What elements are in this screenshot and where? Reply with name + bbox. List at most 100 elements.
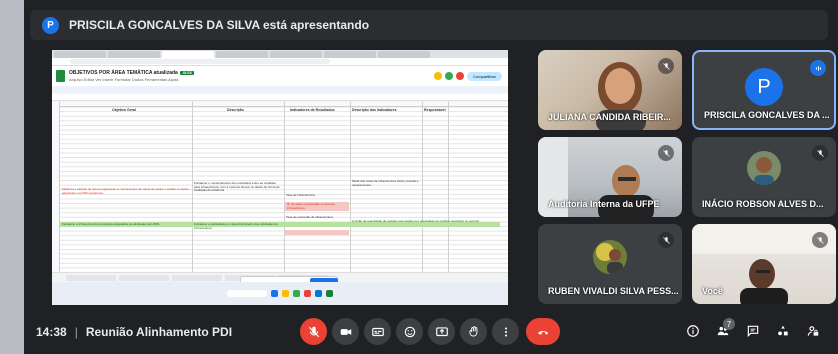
cell: N° de ações executadas na área de infrae…	[287, 202, 335, 210]
raise-hand-button[interactable]	[460, 318, 487, 345]
os-taskbar	[52, 282, 508, 305]
cell: Fortalecer a infraestrutura tecnológica …	[62, 222, 160, 226]
column-header: Indicadores de Resultados	[290, 108, 335, 112]
taskbar-app-icon	[304, 290, 311, 297]
more-vert-icon	[504, 326, 507, 337]
people-button[interactable]: 7	[714, 318, 735, 340]
column-header-row	[52, 102, 508, 107]
taskbar-app-icon	[282, 290, 289, 297]
browser-tab	[270, 51, 322, 58]
participant-name: Você	[702, 286, 723, 296]
highlight-cell	[285, 230, 349, 235]
cell: Melhorar e efetivar de forma organizada …	[62, 187, 189, 195]
taskbar-app-icon	[271, 290, 278, 297]
info-icon	[687, 325, 699, 337]
hang-up-icon	[537, 330, 549, 335]
cell: Fortalecer o monitoramento dos resultado…	[194, 181, 280, 193]
captions-button[interactable]	[364, 318, 391, 345]
activities-icon	[778, 325, 788, 336]
shared-screen[interactable]: OBJETIVOS POR ÁREA TEMÁTICA atualizada .X…	[52, 50, 508, 305]
taskbar-app-icon	[293, 290, 300, 297]
cell: Medir das notas de infraestrutura física…	[352, 179, 419, 187]
meeting-clock: 14:38	[36, 325, 67, 339]
mic-toggle-button[interactable]	[300, 318, 327, 345]
participant-tile[interactable]: JULIANA CANDIDA RIBEIR...	[538, 50, 682, 130]
mic-off-icon	[658, 58, 674, 74]
camera-toggle-button[interactable]	[332, 318, 359, 345]
spreadsheet-grid: Objetivo Geral Descrição Indicadores de …	[52, 102, 508, 272]
browser-tab	[54, 51, 106, 58]
sheet-tab	[119, 274, 169, 281]
meeting-title: Reunião Alinhamento PDI	[85, 325, 233, 339]
chat-button[interactable]	[744, 322, 762, 340]
presenter-avatar: P	[42, 16, 59, 34]
participant-count-badge: 7	[723, 318, 735, 330]
mic-off-icon	[812, 232, 828, 248]
reactions-button[interactable]	[396, 318, 423, 345]
speaking-indicator-icon	[810, 60, 826, 76]
more-options-button[interactable]	[492, 318, 519, 345]
separator: |	[74, 325, 78, 339]
participant-tile[interactable]: RUBEN VIVALDI SILVA PESS...	[538, 224, 682, 304]
participant-name: PRISCILA GONCALVES DA ...	[704, 110, 830, 120]
participant-avatar: P	[745, 68, 783, 106]
row-numbers	[52, 102, 60, 272]
mic-off-icon	[658, 145, 674, 161]
participant-photo	[593, 240, 627, 274]
viewer-avatar	[445, 72, 454, 80]
sheet-header: OBJETIVOS POR ÁREA TEMÁTICA atualizada .X…	[52, 66, 508, 86]
mic-off-icon	[658, 232, 674, 248]
participant-tile[interactable]: Auditoria Interna da UFPE	[538, 137, 682, 217]
sheets-logo-icon	[56, 70, 65, 82]
present-screen-button[interactable]	[428, 318, 455, 345]
share-button: Compartilhar	[467, 71, 502, 81]
cell: A razão da quantidade de pedidos executa…	[352, 219, 480, 223]
cell: Taxa de infraestrutura	[286, 193, 316, 197]
sheet-tab	[66, 274, 116, 281]
lock-person-icon	[807, 326, 819, 336]
leave-call-button[interactable]	[526, 318, 560, 345]
activities-button[interactable]	[774, 322, 792, 340]
present-screen-icon	[435, 326, 448, 336]
column-header: Descrição	[227, 108, 244, 112]
control-bar: 14:38 | Reunião Alinhamento PDI 7	[24, 310, 838, 354]
participant-photo	[747, 151, 781, 185]
presentation-banner: P PRISCILA GONCALVES DA SILVA está apres…	[30, 10, 828, 40]
participant-name: INÁCIO ROBSON ALVES D...	[702, 199, 824, 209]
cell: Fortalecer a efetividade e o desenvolvim…	[194, 222, 278, 230]
chat-icon	[747, 325, 759, 338]
browser-tab	[216, 51, 268, 58]
hand-icon	[468, 325, 477, 337]
taskbar-search	[227, 290, 267, 297]
participant-tile[interactable]: INÁCIO ROBSON ALVES D...	[692, 137, 836, 217]
participant-name: RUBEN VIVALDI SILVA PESS...	[548, 286, 679, 296]
browser-tab	[108, 51, 160, 58]
xlsx-badge: .XLSX	[179, 71, 194, 75]
address-bar	[52, 58, 508, 66]
viewer-avatar	[434, 72, 443, 80]
sheet-tab	[172, 274, 222, 281]
host-controls-button[interactable]	[804, 322, 822, 340]
mic-off-icon	[812, 145, 828, 161]
browser-tab	[324, 51, 376, 58]
formula-bar	[52, 94, 508, 101]
mic-off-icon	[308, 326, 319, 337]
participant-name: Auditoria Interna da UFPE	[548, 199, 660, 209]
browser-tab	[378, 51, 430, 58]
presenting-label: PRISCILA GONCALVES DA SILVA está apresen…	[69, 18, 370, 32]
taskbar-app-icon	[326, 290, 333, 297]
browser-tabs	[52, 50, 508, 58]
meet-window: P PRISCILA GONCALVES DA SILVA está apres…	[24, 0, 838, 354]
participant-tile-active-speaker[interactable]: P PRISCILA GONCALVES DA ...	[692, 50, 836, 130]
taskbar-app-icon	[315, 290, 322, 297]
sheet-toolbar	[55, 86, 505, 94]
captions-icon	[371, 327, 384, 336]
doc-menu: Arquivo Editar Ver Inserir Formatar Dado…	[69, 77, 179, 82]
participant-tile-self[interactable]: Você	[692, 224, 836, 304]
camera-icon	[340, 328, 351, 335]
browser-tab-active	[162, 51, 214, 58]
doc-title: OBJETIVOS POR ÁREA TEMÁTICA atualizada .X…	[69, 70, 194, 76]
column-header: Objetivo Geral	[112, 108, 136, 112]
meeting-details-button[interactable]	[684, 322, 702, 340]
emoji-icon	[404, 326, 415, 337]
